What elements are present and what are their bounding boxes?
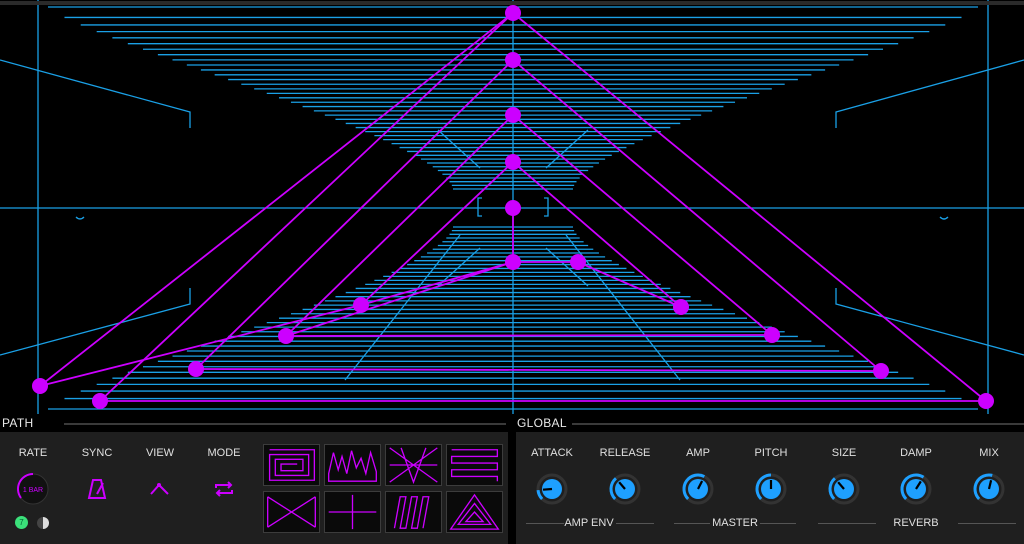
global-section-divider [572, 423, 1024, 425]
path-node[interactable] [505, 52, 521, 68]
cross-lines-preset-icon[interactable] [263, 491, 320, 533]
knob-size[interactable] [827, 472, 861, 506]
knob-label-amp: AMP [686, 447, 710, 459]
preset-shape [450, 449, 499, 482]
global-section-title: GLOBAL [517, 416, 567, 430]
knob-label-release: RELEASE [599, 447, 651, 459]
knob-damp[interactable] [899, 472, 933, 506]
view-label: VIEW [145, 447, 175, 459]
knob-amp[interactable] [681, 472, 715, 506]
rate-dial-icon[interactable]: 1 BAR [16, 472, 50, 506]
path-segment [99, 11, 987, 402]
left-lower-bracket [0, 288, 191, 356]
preset-shape [328, 494, 377, 530]
amp-env-group-label: AMP ENV [564, 517, 614, 529]
knob-mix[interactable] [972, 472, 1006, 506]
mode-label: MODE [207, 447, 241, 459]
path-segment [195, 368, 882, 372]
jagged-wave-preset-icon[interactable] [324, 444, 381, 486]
reverb-group-label: REVERB [893, 517, 939, 529]
preset-shape [328, 450, 377, 482]
path-segment [39, 12, 514, 387]
path-node[interactable] [353, 297, 369, 313]
right-upper-bracket [835, 59, 1024, 128]
amp-env-rule-right [616, 523, 654, 524]
master-rule-right [760, 523, 796, 524]
path-section-title: PATH [2, 416, 34, 430]
path-node[interactable] [32, 378, 48, 394]
path-node[interactable] [505, 200, 521, 216]
knob-label-attack: ATTACK [531, 447, 573, 459]
triangle-spiral-preset-icon[interactable] [446, 491, 503, 533]
plus-preset-icon[interactable] [324, 491, 381, 533]
rate-value: 1 BAR [23, 487, 43, 494]
path-panel: RATE SYNC VIEW MODE 1 BAR 7 [0, 432, 508, 544]
knob-release[interactable] [608, 472, 642, 506]
path-node[interactable] [764, 327, 780, 343]
knob-attack[interactable] [535, 472, 569, 506]
global-panel: ATTACK RELEASE AMP PITCH SIZE DAMP MIX AMP ENV… [516, 432, 1024, 544]
left-tick-mark [75, 216, 85, 220]
star-burst-preset-icon[interactable] [385, 444, 442, 486]
knob-label-damp: DAMP [900, 447, 932, 459]
path-node[interactable] [873, 363, 889, 379]
sync-label: SYNC [81, 447, 113, 459]
master-group-label: MASTER [712, 517, 758, 529]
square-spiral-preset-icon[interactable] [263, 444, 320, 486]
amp-env-rule-left [526, 523, 564, 524]
knob-label-pitch: PITCH [754, 447, 788, 459]
path-node[interactable] [673, 299, 689, 315]
knob-pointer [542, 487, 553, 491]
half-moon-icon[interactable] [36, 516, 50, 530]
rate-label: RATE [18, 447, 48, 459]
metronome-icon[interactable] [86, 478, 108, 500]
rate-badge: 7 [15, 516, 28, 529]
preset-shape [268, 449, 316, 481]
right-lower-bracket [835, 288, 1024, 356]
slanted-bars-preset-icon[interactable] [385, 491, 442, 533]
path-node[interactable] [505, 254, 521, 270]
preset-shape [389, 447, 438, 485]
knob-pitch[interactable] [754, 472, 788, 506]
path-visualizer[interactable] [0, 0, 1024, 414]
path-node[interactable] [92, 393, 108, 409]
preset-shape [393, 496, 430, 529]
path-segment [285, 334, 773, 337]
path-view-icon[interactable] [149, 480, 171, 498]
path-node[interactable] [188, 361, 204, 377]
path-node[interactable] [505, 154, 521, 170]
knob-label-size: SIZE [831, 447, 857, 459]
path-section-divider [64, 423, 506, 425]
path-node[interactable] [570, 254, 586, 270]
zigzag-rows-preset-icon[interactable] [446, 444, 503, 486]
path-node[interactable] [278, 328, 294, 344]
preset-shape [449, 493, 500, 530]
knob-label-mix: MIX [979, 447, 999, 459]
loop-icon[interactable] [211, 479, 237, 499]
left-upper-bracket [0, 59, 191, 128]
path-node[interactable] [505, 107, 521, 123]
preset-shape [267, 496, 316, 528]
knob-arc [536, 489, 544, 500]
path-node[interactable] [978, 393, 994, 409]
right-tick-mark [939, 216, 949, 220]
path-node[interactable] [505, 5, 521, 21]
reverb-rule-left [818, 523, 876, 524]
master-rule-left [674, 523, 710, 524]
reverb-rule-right [958, 523, 1016, 524]
